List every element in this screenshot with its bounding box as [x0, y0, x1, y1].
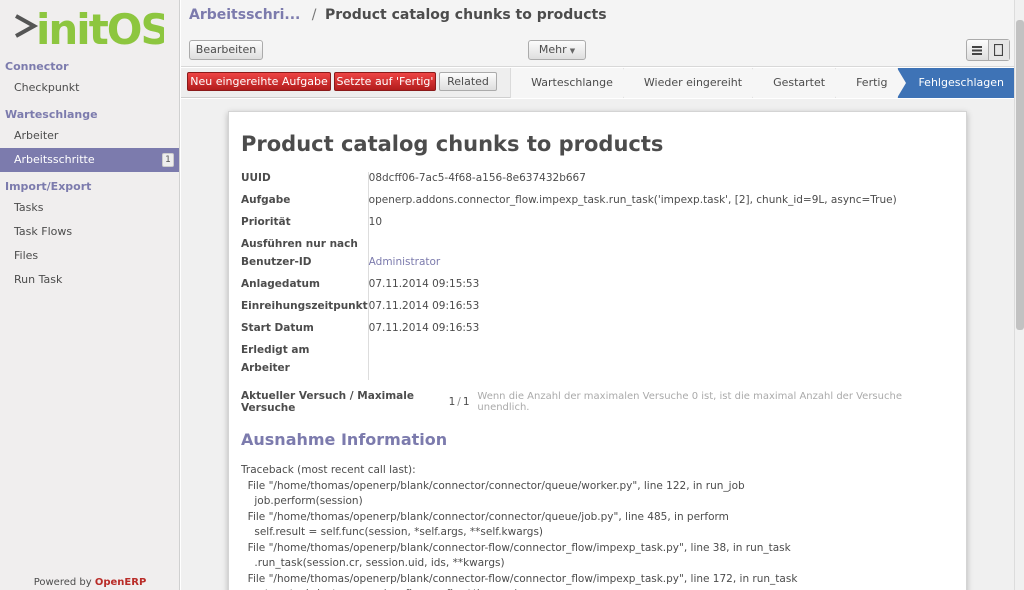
vertical-scrollbar[interactable]	[1014, 0, 1024, 590]
stage-pipeline: Warteschlange Wieder eingereiht Gestartet F…	[510, 68, 1014, 98]
field-row: UUID 08dcff06-7ac5-4f68-a156-8e637432b667	[241, 172, 897, 194]
sidebar-item-label: Files	[14, 249, 39, 262]
sidebar-item-label: Arbeitsschritte	[14, 153, 95, 166]
retry-row: Aktueller Versuch / Maximale Versuche 1/…	[241, 390, 954, 414]
retry-value: 1/1	[449, 396, 478, 408]
menu-section-title: Connector	[5, 60, 69, 73]
field-value	[368, 344, 897, 362]
retry-max: 1	[462, 396, 470, 408]
field-label: Benutzer-ID	[241, 256, 369, 278]
requeue-job-button[interactable]: Neu eingereihte Aufgabe	[187, 72, 331, 91]
field-label: Start Datum	[241, 322, 369, 344]
field-label: Anlagedatum	[241, 278, 369, 300]
field-row: Arbeiter	[241, 362, 897, 380]
sidebar-item[interactable]: Run Task	[0, 268, 179, 292]
field-value: 07.11.2014 09:15:53	[368, 278, 480, 290]
control-panel: Arbeitsschri... / Product catalog chunks…	[181, 0, 1014, 67]
scrollbar-thumb[interactable]	[1016, 20, 1024, 330]
retry-label: Aktueller Versuch / Maximale Versuche	[241, 390, 414, 414]
caret-down-icon: ▼	[569, 47, 576, 55]
sidebar-item[interactable]: Arbeitsschritte 1	[0, 148, 179, 172]
breadcrumb-separator: /	[311, 7, 317, 23]
stage-1: Wieder eingereiht	[622, 68, 762, 98]
form-sheet: Product catalog chunks to products UUID 0…	[228, 111, 967, 590]
stage-3: Fertig	[835, 68, 907, 98]
breadcrumb-current: Product catalog chunks to products	[324, 7, 607, 23]
sidebar-item-label: Task Flows	[14, 225, 73, 238]
svg-text:initOS: initOS	[36, 6, 164, 50]
related-button[interactable]: Related	[439, 72, 497, 91]
field-label: Aufgabe	[241, 194, 369, 216]
retry-separator: /	[457, 396, 461, 408]
sidebar-item[interactable]: Tasks	[0, 196, 179, 220]
field-value: 10	[368, 216, 383, 228]
field-value: 07.11.2014 09:16:53	[368, 300, 480, 312]
form-view: Product catalog chunks to products UUID 0…	[181, 99, 1014, 590]
field-row: Anlagedatum 07.11.2014 09:15:53	[241, 278, 897, 300]
menu-section-title: Import/Export	[5, 180, 92, 193]
breadcrumb: Arbeitsschri... / Product catalog chunks…	[189, 7, 607, 23]
field-value	[368, 238, 897, 256]
more-dropdown[interactable]: Mehr ▼	[528, 40, 586, 60]
stage-0: Warteschlange	[510, 68, 632, 98]
view-switcher	[966, 39, 1010, 61]
field-value: 07.11.2014 09:16:53	[368, 322, 480, 334]
more-label: Mehr	[538, 43, 567, 56]
field-group: UUID 08dcff06-7ac5-4f68-a156-8e637432b667…	[241, 172, 897, 380]
field-label: Priorität	[241, 216, 369, 238]
field-value: Administrator	[368, 256, 897, 278]
stage-4: Fehlgeschlagen	[897, 68, 1014, 98]
field-row: Aufgabe openerp.addons.connector_flow.imp…	[241, 194, 897, 216]
field-value: openerp.addons.connector_flow.impexp_tas…	[368, 194, 897, 206]
field-label: Arbeiter	[241, 362, 369, 380]
sidebar-item-label: Tasks	[14, 201, 44, 214]
openerp-link[interactable]: OpenERP	[95, 577, 146, 588]
field-row: Priorität 10	[241, 216, 897, 238]
sidebar-item[interactable]: Arbeiter	[0, 124, 179, 148]
sidebar-item-label: Arbeiter	[14, 129, 59, 142]
sidebar: initOS Connector Checkpunkt Warteschlange A…	[0, 0, 180, 590]
field-row: Einreihungszeitpunkt 07.11.2014 09:16:53	[241, 300, 897, 322]
list-view-icon[interactable]	[967, 40, 988, 60]
statusbar: Neu eingereihte Aufgabe Setzte auf 'Fert…	[181, 68, 1014, 98]
menu-section-title: Warteschlange	[5, 108, 98, 121]
user-link[interactable]: Administrator	[369, 256, 441, 268]
powered-by-text: Powered by	[33, 577, 92, 588]
field-row: Erledigt am	[241, 344, 897, 362]
exception-section-title: Ausnahme Information	[241, 430, 448, 449]
record-title: Product catalog chunks to products	[241, 132, 664, 156]
sidebar-item[interactable]: Files	[0, 244, 179, 268]
sidebar-item-label: Run Task	[14, 273, 63, 286]
edit-button[interactable]: Bearbeiten	[189, 40, 263, 60]
set-done-button[interactable]: Setzte auf 'Fertig'	[334, 72, 436, 91]
field-label: UUID	[241, 172, 369, 194]
sidebar-item[interactable]: Checkpunkt	[0, 76, 179, 100]
field-value: 08dcff06-7ac5-4f68-a156-8e637432b667	[368, 172, 586, 184]
field-label: Einreihungszeitpunkt	[241, 300, 369, 322]
retry-help-text: Wenn die Anzahl der maximalen Versuche 0…	[477, 391, 902, 413]
field-row: Start Datum 07.11.2014 09:16:53	[241, 322, 897, 344]
field-row: Benutzer-ID Administrator	[241, 256, 897, 278]
field-row: Ausführen nur nach	[241, 238, 897, 256]
stage-2: Gestartet	[752, 68, 845, 98]
sidebar-menu: Connector Checkpunkt Warteschlange Arbeiter…	[0, 58, 179, 298]
field-label: Ausführen nur nach	[241, 238, 369, 256]
sidebar-item[interactable]: Task Flows	[0, 220, 179, 244]
traceback-text: Traceback (most recent call last): File …	[241, 464, 798, 590]
powered-by: Powered by OpenERP	[0, 577, 180, 588]
field-label: Erledigt am	[241, 344, 369, 362]
retry-current: 1	[448, 396, 456, 408]
breadcrumb-parent[interactable]: Arbeitsschri...	[189, 7, 300, 23]
field-value	[368, 362, 897, 380]
initos-logo[interactable]: initOS	[0, 0, 179, 58]
count-badge: 1	[162, 153, 174, 167]
sidebar-item-label: Checkpunkt	[14, 81, 80, 94]
form-view-icon[interactable]	[987, 40, 1009, 60]
